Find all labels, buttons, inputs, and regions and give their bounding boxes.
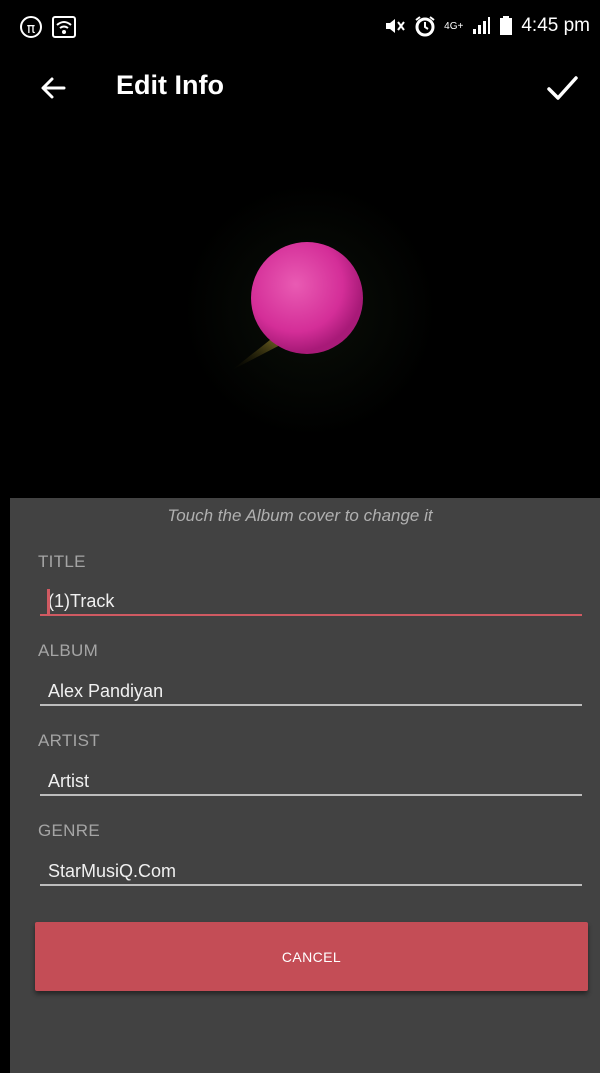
title-label: TITLE — [38, 552, 86, 571]
genre-label: GENRE — [38, 821, 100, 840]
alarm-icon — [415, 16, 435, 37]
album-cover-image[interactable] — [182, 182, 438, 438]
pi-icon: π — [20, 16, 42, 38]
title-field-underline — [40, 614, 582, 616]
status-bar: π 4G+ 4:45 pm — [0, 0, 600, 56]
text-cursor — [47, 589, 50, 614]
wifi-icon — [52, 16, 76, 38]
genre-field[interactable]: StarMusiQ.Com — [48, 861, 176, 882]
page-title: Edit Info — [116, 70, 224, 100]
artist-field-underline — [40, 794, 582, 796]
network-type-label: 4G+ — [444, 20, 464, 32]
status-right: 4G+ 4:45 pm — [384, 15, 590, 37]
toolbar: Edit Info — [0, 56, 600, 120]
album-field-underline — [40, 704, 582, 706]
status-time: 4:45 pm — [521, 15, 590, 36]
signal-icon — [473, 17, 491, 34]
mute-icon — [386, 19, 405, 33]
battery-icon — [500, 16, 513, 35]
artist-field[interactable]: Artist — [48, 771, 89, 792]
check-icon[interactable] — [542, 68, 582, 108]
album-field[interactable]: Alex Pandiyan — [48, 681, 163, 702]
album-cover-area — [0, 120, 600, 500]
cancel-button[interactable]: CANCEL — [35, 922, 588, 991]
status-left: π — [20, 16, 76, 38]
album-label: ALBUM — [38, 641, 99, 660]
album-cover-hint: Touch the Album cover to change it — [167, 506, 433, 525]
back-arrow-icon[interactable] — [34, 68, 74, 108]
genre-field-underline — [40, 884, 582, 886]
title-field[interactable]: (1)Track — [48, 591, 114, 612]
artist-label: ARTIST — [38, 731, 100, 750]
